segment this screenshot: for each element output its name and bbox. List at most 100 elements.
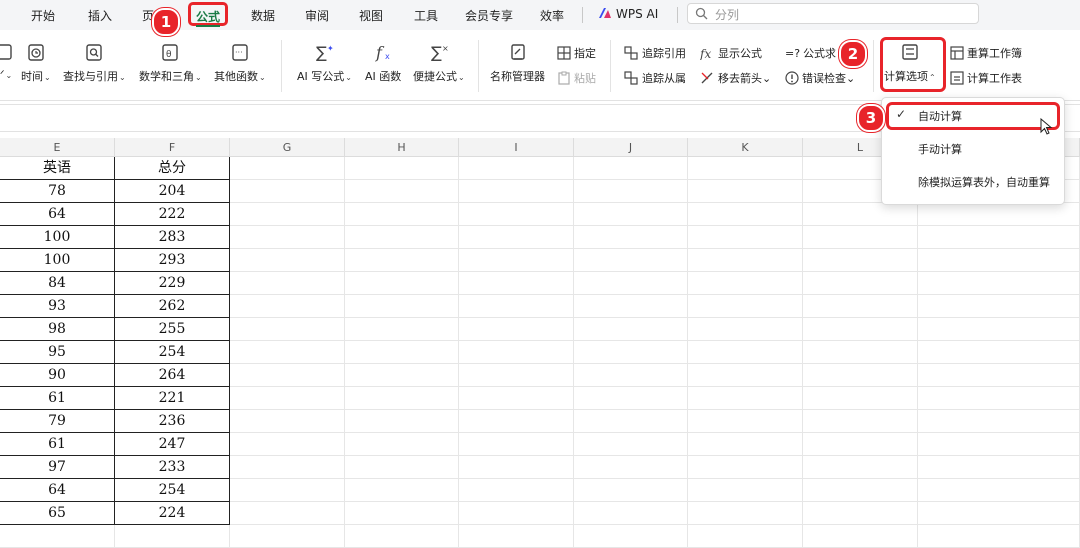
grid-cell[interactable] <box>803 295 918 318</box>
cell-english-score[interactable]: 97 <box>0 456 115 479</box>
grid-cell[interactable] <box>803 502 918 525</box>
grid-cell[interactable] <box>803 203 918 226</box>
grid-cell[interactable] <box>574 479 688 502</box>
grid-cell[interactable] <box>574 341 688 364</box>
error-check-button[interactable]: 错误检查⌄ <box>785 70 855 86</box>
grid-cell[interactable] <box>918 318 1080 341</box>
cell-english-score[interactable]: 61 <box>0 433 115 456</box>
grid-cell[interactable] <box>459 157 574 180</box>
grid-cell[interactable] <box>459 364 574 387</box>
trace-dependents-button[interactable]: 追踪从属 <box>624 70 686 86</box>
grid-cell[interactable] <box>230 318 345 341</box>
grid-cell[interactable] <box>459 479 574 502</box>
grid-cell[interactable] <box>345 364 459 387</box>
table-header-total[interactable]: 总分 <box>115 157 230 180</box>
grid-cell[interactable] <box>803 272 918 295</box>
tab-tools[interactable]: 工具 <box>414 7 438 24</box>
grid-cell[interactable] <box>230 502 345 525</box>
grid-cell[interactable] <box>803 433 918 456</box>
grid-cell[interactable] <box>918 410 1080 433</box>
cell-total-score[interactable]: 262 <box>115 295 230 318</box>
grid-cell[interactable] <box>574 410 688 433</box>
grid-cell[interactable] <box>803 226 918 249</box>
tab-home[interactable]: 开始 <box>31 7 55 24</box>
column-header-f[interactable]: F <box>115 138 230 157</box>
grid-cell[interactable] <box>459 502 574 525</box>
ai-formula-button[interactable]: ∑ ✦ AI 写公式⌄ <box>297 42 352 84</box>
cell-english-score[interactable]: 78 <box>0 180 115 203</box>
grid-cell[interactable] <box>230 341 345 364</box>
grid-cell[interactable] <box>230 203 345 226</box>
grid-cell[interactable] <box>918 226 1080 249</box>
grid-cell[interactable] <box>803 410 918 433</box>
grid-cell[interactable] <box>918 433 1080 456</box>
grid-cell[interactable] <box>918 203 1080 226</box>
grid-cell[interactable] <box>574 226 688 249</box>
grid-cell[interactable] <box>688 180 803 203</box>
quick-formula-button[interactable]: ∑ × 便捷公式⌄ <box>413 42 465 84</box>
cell-total-score[interactable]: 254 <box>115 479 230 502</box>
grid-cell[interactable] <box>918 249 1080 272</box>
grid-cell[interactable] <box>803 364 918 387</box>
column-header-g[interactable]: G <box>230 138 345 157</box>
grid-cell[interactable] <box>115 525 230 548</box>
assign-button[interactable]: 指定 <box>557 45 596 61</box>
grid-cell[interactable] <box>345 525 459 548</box>
grid-cell[interactable] <box>918 387 1080 410</box>
cell-total-score[interactable]: 264 <box>115 364 230 387</box>
grid-cell[interactable] <box>345 456 459 479</box>
menu-item-manual-calc[interactable]: 手动计算 <box>918 141 962 157</box>
grid-cell[interactable] <box>688 272 803 295</box>
grid-cell[interactable] <box>574 387 688 410</box>
tab-data[interactable]: 数据 <box>251 7 275 24</box>
cell-english-score[interactable]: 100 <box>0 249 115 272</box>
cell-total-score[interactable]: 255 <box>115 318 230 341</box>
menu-item-auto-except-tables[interactable]: 除模拟运算表外，自动重算 <box>918 174 1050 190</box>
grid-cell[interactable] <box>688 479 803 502</box>
tab-efficiency[interactable]: 效率 <box>540 7 564 24</box>
grid-cell[interactable] <box>918 525 1080 548</box>
grid-cell[interactable] <box>459 410 574 433</box>
grid-cell[interactable] <box>230 479 345 502</box>
grid-cell[interactable] <box>803 249 918 272</box>
grid-cell[interactable] <box>918 502 1080 525</box>
ribbon-cut-button[interactable]: ᐟ⌄ <box>0 42 14 81</box>
recalc-workbook-button[interactable]: 重算工作簿 <box>950 45 1022 61</box>
grid-cell[interactable] <box>230 364 345 387</box>
grid-cell[interactable] <box>230 180 345 203</box>
grid-cell[interactable] <box>459 433 574 456</box>
grid-cell[interactable] <box>230 295 345 318</box>
tab-view[interactable]: 视图 <box>359 7 383 24</box>
grid-cell[interactable] <box>918 364 1080 387</box>
grid-cell[interactable] <box>688 456 803 479</box>
grid-cell[interactable] <box>459 180 574 203</box>
grid-cell[interactable] <box>459 387 574 410</box>
grid-cell[interactable] <box>803 387 918 410</box>
grid-cell[interactable] <box>574 203 688 226</box>
cell-total-score[interactable]: 247 <box>115 433 230 456</box>
paste-button[interactable]: 粘贴 <box>557 70 596 86</box>
cell-total-score[interactable]: 224 <box>115 502 230 525</box>
tab-review[interactable]: 审阅 <box>305 7 329 24</box>
grid-cell[interactable] <box>803 318 918 341</box>
grid-cell[interactable] <box>345 502 459 525</box>
cell-english-score[interactable]: 90 <box>0 364 115 387</box>
grid-cell[interactable] <box>688 410 803 433</box>
grid-cell[interactable] <box>345 433 459 456</box>
grid-cell[interactable] <box>230 249 345 272</box>
cell-total-score[interactable]: 236 <box>115 410 230 433</box>
grid-cell[interactable] <box>688 364 803 387</box>
menu-item-auto-calc[interactable]: 自动计算 <box>918 108 962 124</box>
grid-cell[interactable] <box>345 157 459 180</box>
grid-cell[interactable] <box>230 387 345 410</box>
column-header-i[interactable]: I <box>459 138 574 157</box>
grid-cell[interactable] <box>574 295 688 318</box>
remove-arrows-button[interactable]: 移去箭头⌄ <box>700 70 771 86</box>
grid-cell[interactable] <box>574 249 688 272</box>
grid-cell[interactable] <box>688 249 803 272</box>
tab-insert[interactable]: 插入 <box>88 7 112 24</box>
grid-cell[interactable] <box>345 295 459 318</box>
grid-cell[interactable] <box>574 456 688 479</box>
grid-cell[interactable] <box>345 180 459 203</box>
trace-precedents-button[interactable]: 追踪引用 <box>624 45 686 61</box>
